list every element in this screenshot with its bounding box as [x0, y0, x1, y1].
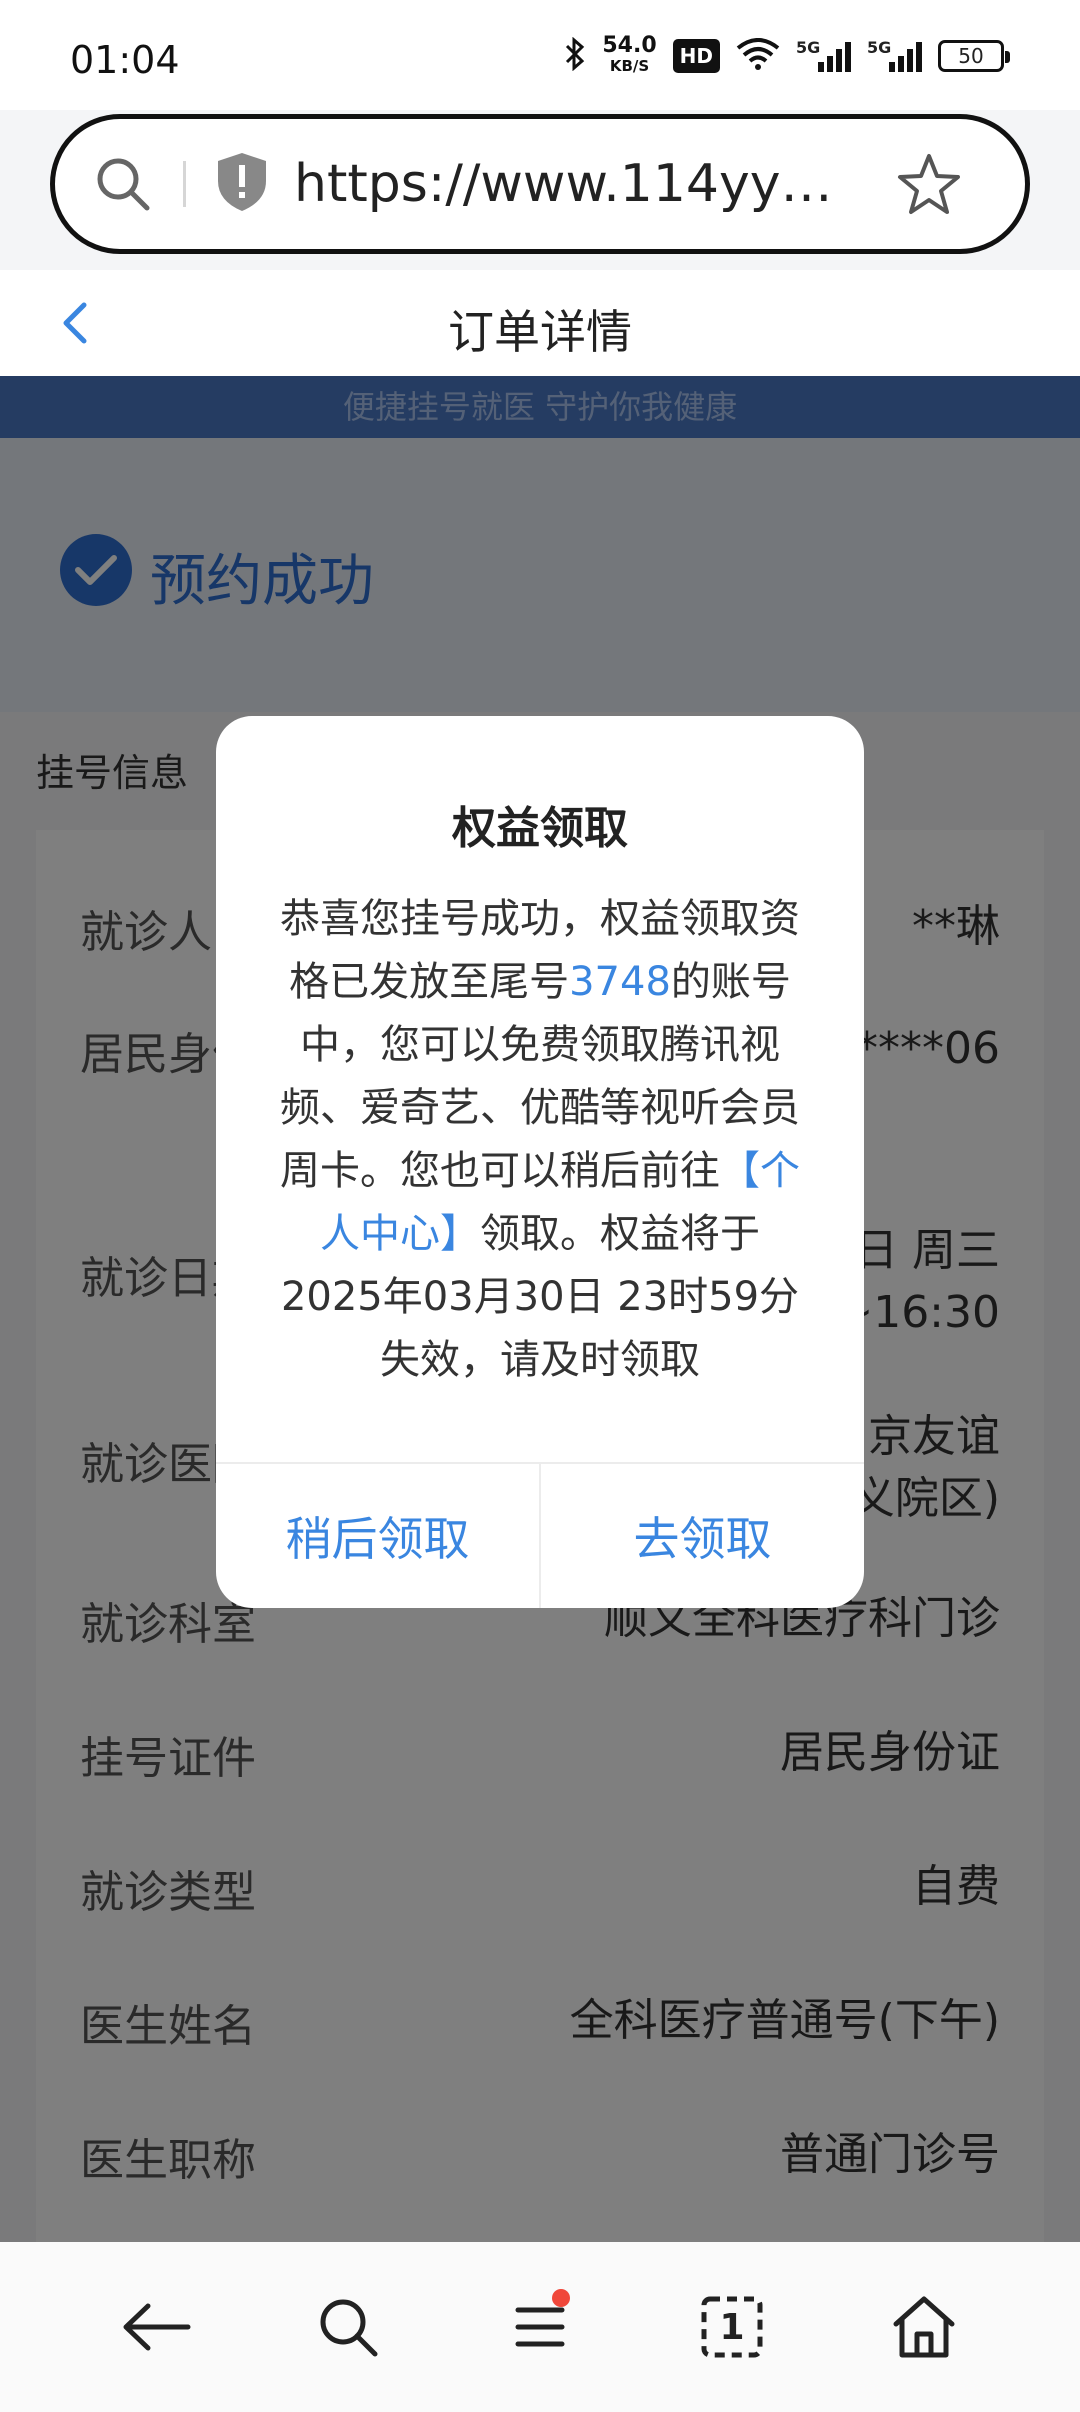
notification-dot	[552, 2289, 570, 2307]
benefit-claim-dialog: 权益领取 恭喜您挂号成功，权益领取资格已发放至尾号3748的账号中，您可以免费领…	[216, 716, 864, 1608]
account-tail-number: 3748	[569, 959, 671, 1005]
menu-button[interactable]	[490, 2277, 590, 2377]
arrow-left-icon	[123, 2303, 191, 2351]
security-shield-icon[interactable]	[214, 151, 270, 217]
page-header: 订单详情	[0, 270, 1080, 376]
address-bar[interactable]: https://www.114yygh.co...	[50, 114, 1030, 254]
search-icon[interactable]	[73, 154, 173, 214]
dialog-message: 恭喜您挂号成功，权益领取资格已发放至尾号3748的账号中，您可以免费领取腾讯视频…	[278, 888, 802, 1392]
home-icon	[893, 2296, 955, 2358]
address-bar-divider	[183, 161, 186, 207]
dialog-title: 权益领取	[452, 803, 628, 854]
bookmark-star-icon[interactable]	[874, 153, 984, 215]
menu-icon	[515, 2307, 565, 2347]
status-icons: 54.0 KB/S HD 5G 5G 50	[564, 33, 1010, 76]
search-button[interactable]	[298, 2277, 398, 2377]
search-icon	[320, 2299, 378, 2357]
claim-now-button[interactable]: 去领取	[541, 1464, 864, 1608]
sim1-network-tag: 5G	[796, 38, 821, 57]
hd-voice-icon: HD	[672, 39, 720, 73]
page-title: 订单详情	[448, 305, 632, 359]
network-speed: 54.0 KB/S	[602, 33, 657, 76]
network-speed-unit: KB/S	[609, 57, 650, 75]
status-time: 01:04	[70, 38, 180, 82]
signal-sim1-icon: 5G	[796, 38, 851, 72]
status-bar: 01:04 54.0 KB/S HD 5G 5G 50	[0, 0, 1080, 110]
signal-sim2-icon: 5G	[867, 38, 922, 72]
bluetooth-icon	[564, 36, 586, 76]
tabs-count: 1	[719, 2306, 745, 2348]
tabs-button[interactable]: 1	[682, 2277, 782, 2377]
back-arrow-button[interactable]	[106, 2277, 206, 2377]
battery-icon: 50	[938, 40, 1010, 72]
url-text[interactable]: https://www.114yygh.co...	[294, 154, 854, 214]
browser-toolbar: 1	[0, 2242, 1080, 2412]
claim-later-button[interactable]: 稍后领取	[216, 1464, 539, 1608]
wifi-icon	[736, 37, 780, 75]
network-speed-value: 54.0	[602, 33, 657, 58]
home-button[interactable]	[874, 2277, 974, 2377]
sim2-network-tag: 5G	[867, 38, 892, 57]
battery-level: 50	[958, 44, 984, 68]
